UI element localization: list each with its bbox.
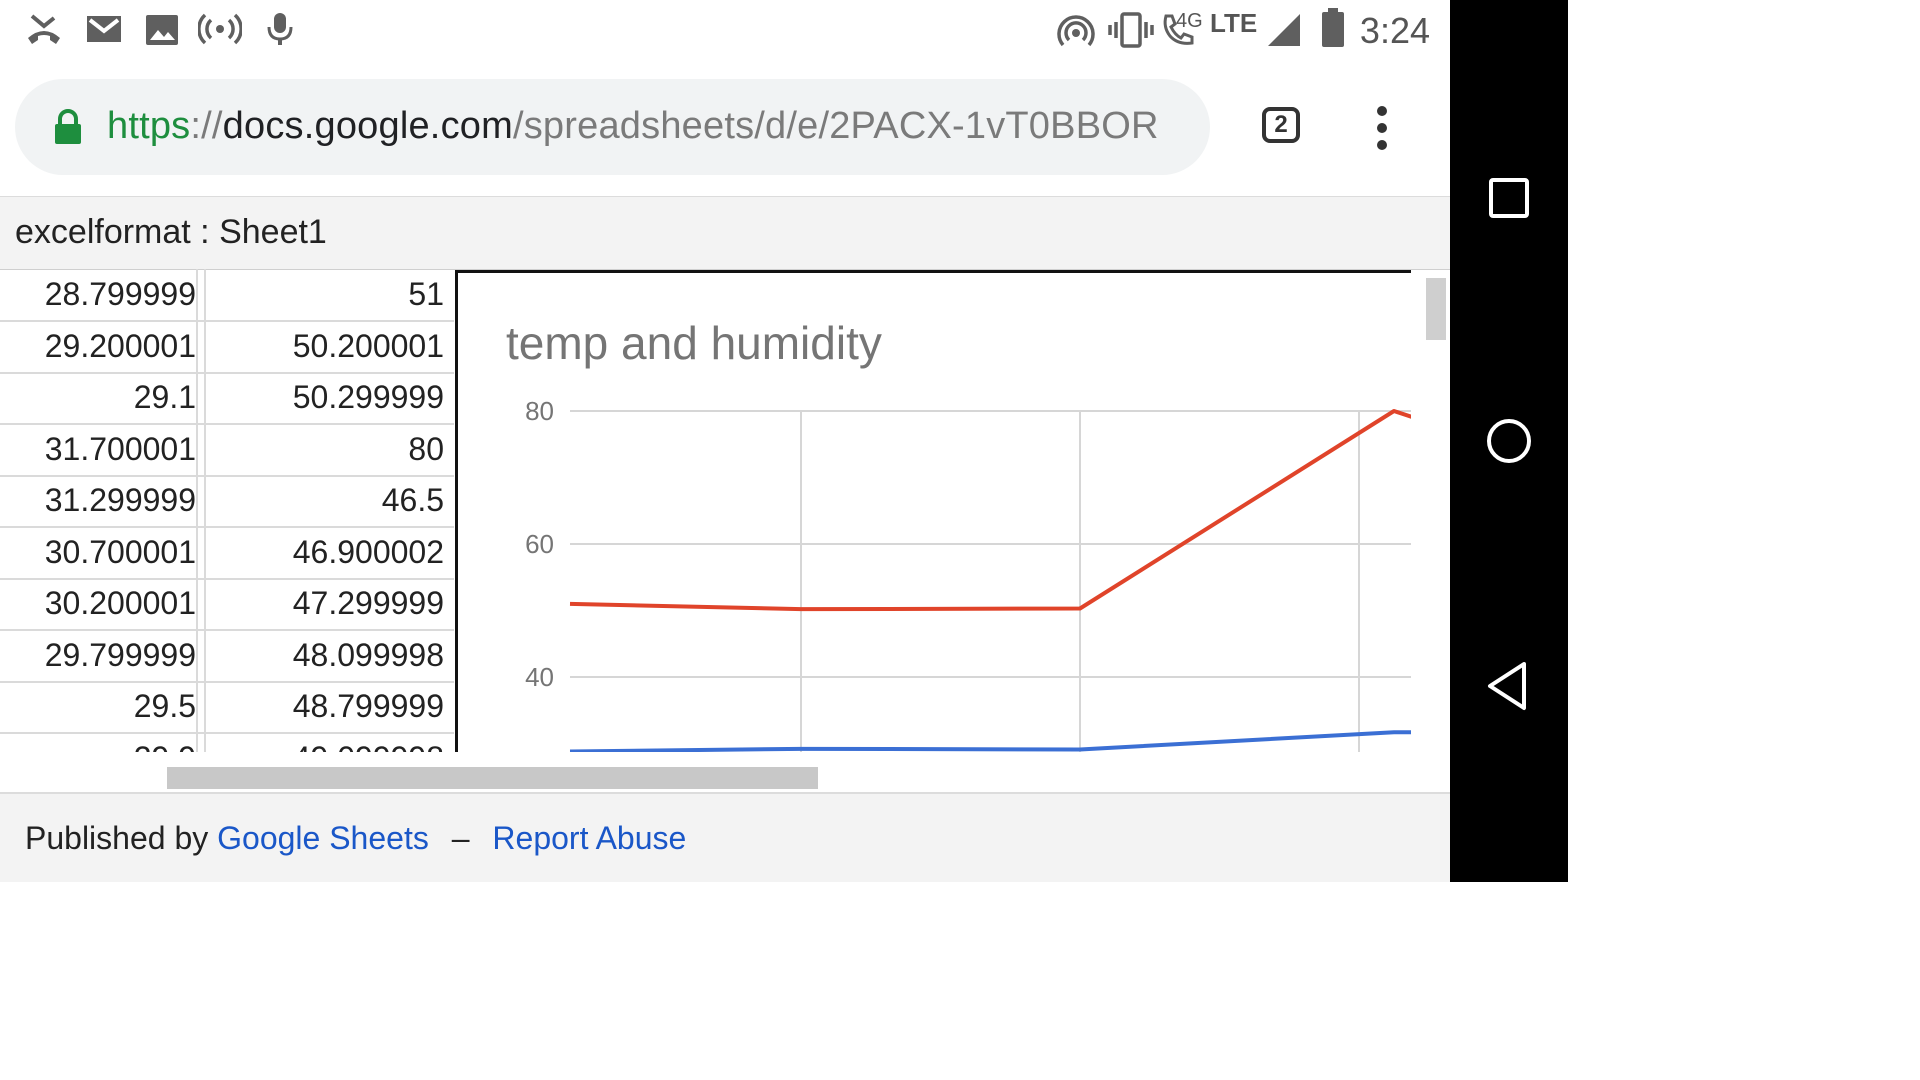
cell-col-b[interactable]: 51 (206, 269, 444, 320)
spreadsheet-grid[interactable]: 28.799999 51 29.200001 50.200001 29.1 50.2999… (0, 269, 454, 752)
horizontal-scrollbar[interactable] (167, 767, 818, 789)
android-nav-bar (1450, 0, 1568, 882)
cell-col-a[interactable]: 29.799999 (0, 629, 198, 681)
cell-col-a[interactable]: 29.9 (0, 732, 198, 752)
url-host: docs.google.com (222, 105, 513, 147)
cell-col-b[interactable]: 49.099998 (206, 733, 444, 753)
broadcast-icon (198, 12, 242, 46)
cell-col-b[interactable]: 47.299999 (206, 578, 444, 629)
url-path: /spreadsheets/d/e/2PACX-1vT0BBOR (512, 105, 1159, 147)
image-icon (146, 12, 178, 46)
sheet-title-bar: excelformat : Sheet1 (0, 196, 1450, 270)
home-icon (1487, 419, 1531, 463)
table-row[interactable]: 29.799999 48.099998 (0, 629, 454, 683)
line-chart: temp and humidity 80 60 40 (506, 317, 1411, 752)
cell-col-a[interactable]: 30.200001 (0, 578, 198, 629)
cell-col-a[interactable]: 30.700001 (0, 526, 198, 578)
report-abuse-link[interactable]: Report Abuse (492, 820, 686, 856)
sheet-title: excelformat : Sheet1 (15, 213, 327, 251)
gmail-icon (86, 12, 122, 46)
url-text[interactable]: https://docs.google.com/spreadsheets/d/e… (107, 105, 1187, 148)
recents-icon (1489, 178, 1529, 218)
table-row[interactable]: 30.200001 47.299999 (0, 578, 454, 631)
published-by-label: Published by (25, 820, 209, 856)
table-row[interactable]: 28.799999 51 (0, 269, 454, 322)
google-sheets-link[interactable]: Google Sheets (217, 820, 429, 856)
chart-container[interactable]: temp and humidity 80 60 40 (455, 270, 1411, 752)
table-row[interactable]: 31.700001 80 (0, 423, 454, 477)
series-line-2 (569, 730, 1411, 752)
vertical-scrollbar[interactable] (1426, 278, 1446, 340)
back-button[interactable] (1450, 660, 1568, 712)
recents-button[interactable] (1450, 176, 1568, 220)
table-row[interactable]: 29.9 49.099998 (0, 732, 454, 753)
url-separator: :// (190, 105, 223, 147)
lock-icon (53, 109, 83, 150)
home-button[interactable] (1450, 416, 1568, 466)
cell-col-b[interactable]: 80 (206, 424, 444, 475)
address-bar[interactable]: https://docs.google.com/spreadsheets/d/e… (15, 79, 1210, 175)
chart-title: temp and humidity (506, 317, 882, 369)
vibrate-icon (1108, 12, 1154, 48)
y-tick-label: 40 (525, 662, 554, 692)
cell-col-b[interactable]: 50.299999 (206, 372, 444, 423)
hotspot-icon (1057, 14, 1095, 48)
cell-col-a[interactable]: 29.1 (0, 372, 198, 423)
table-row[interactable]: 31.299999 46.5 (0, 475, 454, 528)
table-row[interactable]: 30.700001 46.900002 (0, 526, 454, 580)
cell-col-b[interactable]: 50.200001 (206, 321, 444, 372)
cell-col-a[interactable]: 31.299999 (0, 475, 198, 526)
cell-col-b[interactable]: 48.099998 (206, 630, 444, 681)
overflow-menu-icon[interactable] (1372, 106, 1392, 150)
table-row[interactable]: 29.200001 50.200001 (0, 320, 454, 374)
cell-col-a[interactable]: 29.200001 (0, 320, 198, 372)
cell-col-b[interactable]: 48.799999 (206, 681, 444, 732)
mic-icon (266, 12, 294, 46)
series-line-1 (569, 409, 1411, 612)
y-tick-label: 60 (525, 529, 554, 559)
cell-col-a[interactable]: 29.5 (0, 681, 198, 732)
clock: 3:24 (1359, 10, 1430, 51)
tab-switcher-button[interactable]: 2 (1262, 107, 1300, 143)
network-type-label: LTE (1210, 8, 1258, 38)
cell-col-b[interactable]: 46.900002 (206, 527, 444, 578)
y-tick-label: 80 (525, 396, 554, 426)
column-divider (204, 269, 206, 752)
cell-col-a[interactable]: 31.700001 (0, 423, 198, 475)
cell-col-a[interactable]: 28.799999 (0, 269, 198, 320)
missed-call-icon (24, 12, 64, 46)
network-4g-label: 4G (1176, 10, 1203, 32)
battery-icon (1320, 8, 1346, 48)
back-icon (1488, 662, 1526, 710)
table-row[interactable]: 29.1 50.299999 (0, 372, 454, 425)
status-bar: 4G LTE 3:24 (0, 0, 1450, 64)
cell-col-b[interactable]: 46.5 (206, 475, 444, 526)
signal-icon (1266, 12, 1302, 48)
footer: Published by Google Sheets – Report Abus… (0, 792, 1450, 882)
url-scheme: https (107, 105, 191, 147)
footer-separator: – (451, 820, 470, 856)
table-row[interactable]: 29.5 48.799999 (0, 681, 454, 734)
